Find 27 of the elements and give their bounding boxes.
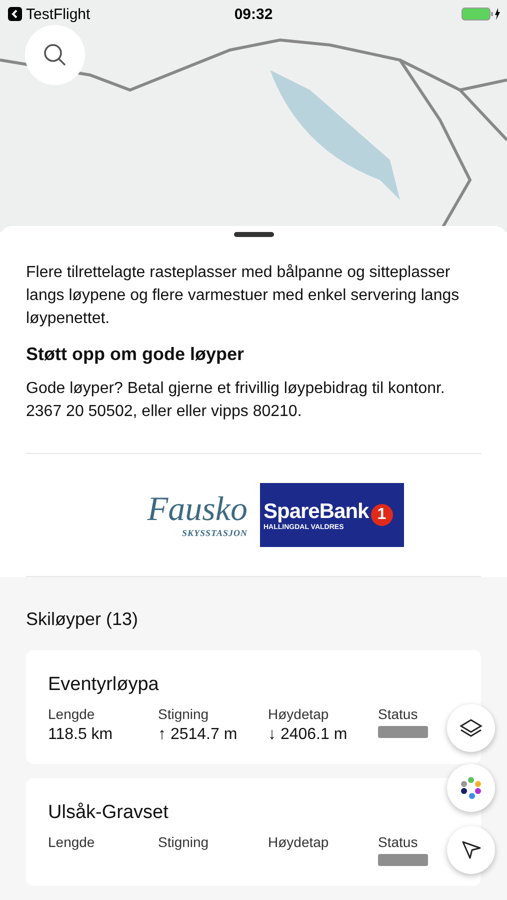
back-link[interactable]: TestFlight (8, 6, 90, 22)
trail-name: Eventyrløypa (48, 674, 160, 696)
stat-value: ↓ 2406.1 m (268, 726, 348, 744)
trail-card[interactable]: Ulsåk-Gravset Lengde Stigning Høydetap Status (26, 778, 481, 886)
status-time: 09:32 (234, 6, 273, 22)
stat-value: ↑ 2514.7 m (158, 726, 238, 744)
stat-label: Stigning (158, 834, 210, 850)
stat-label: Høydetap (268, 706, 330, 722)
search-icon (42, 42, 68, 68)
back-icon (8, 7, 22, 21)
stat-label: Høydetap (268, 834, 330, 850)
sponsor-logo: Fausko SKYSSTASJON (146, 490, 248, 540)
support-heading: Støtt opp om gode løyper (26, 344, 245, 365)
trails-heading: Skiløyper (13) (26, 608, 140, 631)
intro-text: Flere tilrettelagte rasteplasser med bålpanne og sitteplasser langs løypene og flere varmestuer med enkel servering langs løypenettet. (26, 263, 460, 329)
stat-label: Stigning (158, 706, 210, 722)
battery-icon (461, 6, 501, 22)
trail-name: Ulsåk-Gravset (48, 802, 170, 824)
stat-label: Status (378, 834, 419, 850)
trail-card[interactable]: Eventyrløypa Lengde Stigning Høydetap Status 118.5 km ↑ 2514.7 m ↓ 2406.1 m (26, 650, 481, 764)
stat-value: 118.5 km (48, 726, 114, 744)
sheet-handle[interactable] (234, 232, 274, 237)
colored-dots-icon (459, 776, 483, 800)
stat-label: Lengde (48, 706, 96, 722)
stat-label: Lengde (48, 834, 96, 850)
support-text: Gode løyper? Betal gjerne et frivillig løypebidrag til kontonr. 2367 20 50502, eller eller vipps 80210. (26, 379, 446, 422)
stat-label: Status (378, 706, 419, 722)
